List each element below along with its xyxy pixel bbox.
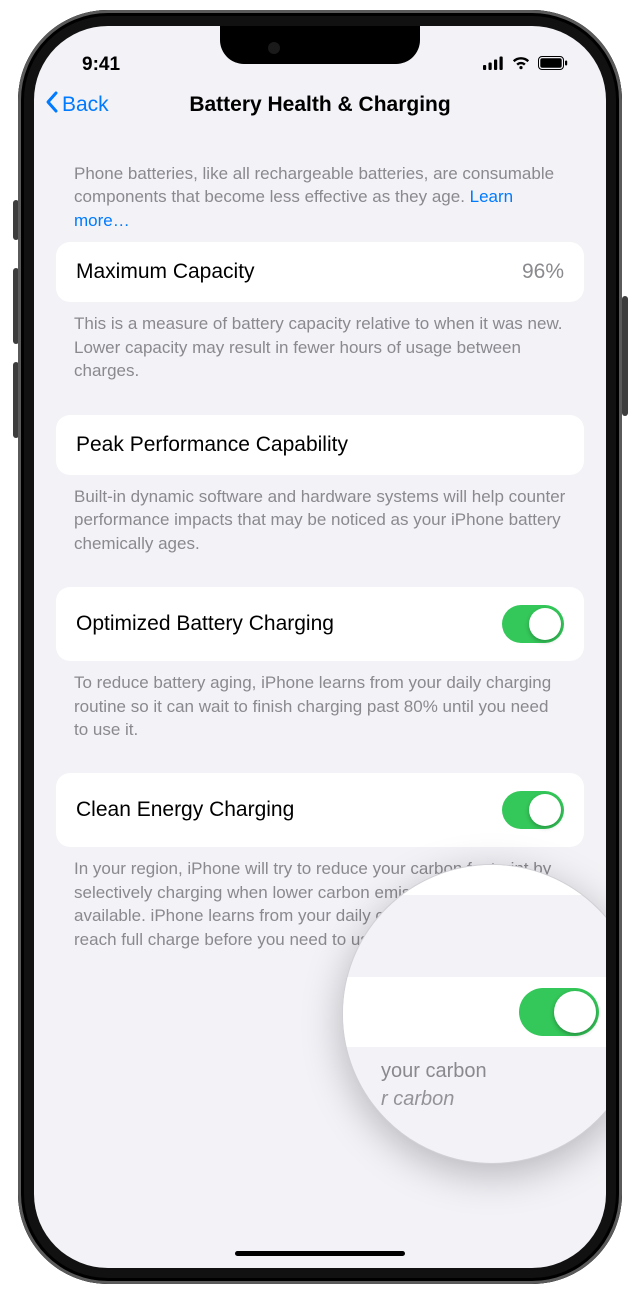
maximum-capacity-value: 96%: [522, 260, 564, 284]
clean-energy-cell: Clean Energy Charging: [56, 773, 584, 847]
magnified-clean-energy-toggle[interactable]: [519, 988, 599, 1036]
optimized-charging-footer: To reduce battery aging, iPhone learns f…: [56, 661, 584, 773]
cellular-icon: [483, 56, 504, 75]
magnifier-callout: your carbon r carbon: [342, 864, 606, 1164]
phone-frame: 9:41 Back Battery Health &: [18, 10, 622, 1284]
back-label: Back: [62, 93, 109, 117]
maximum-capacity-cell[interactable]: Maximum Capacity 96%: [56, 242, 584, 302]
clean-energy-toggle[interactable]: [502, 791, 564, 829]
toggle-knob: [529, 608, 561, 640]
chevron-left-icon: [44, 90, 60, 120]
maximum-capacity-footer: This is a measure of battery capacity re…: [56, 302, 584, 414]
peak-performance-footer: Built-in dynamic software and hardware s…: [56, 475, 584, 587]
home-indicator[interactable]: [235, 1251, 405, 1256]
wifi-icon: [511, 56, 531, 75]
back-button[interactable]: Back: [44, 90, 109, 120]
magnified-footer-text: your carbon r carbon: [381, 1057, 487, 1113]
maximum-capacity-label: Maximum Capacity: [76, 260, 255, 284]
optimized-charging-toggle[interactable]: [502, 605, 564, 643]
peak-performance-label: Peak Performance Capability: [76, 433, 348, 457]
nav-bar: Back Battery Health & Charging: [34, 86, 606, 134]
battery-icon: [538, 56, 568, 75]
page-title: Battery Health & Charging: [34, 93, 606, 117]
peak-performance-cell[interactable]: Peak Performance Capability: [56, 415, 584, 475]
optimized-charging-cell: Optimized Battery Charging: [56, 587, 584, 661]
power-button: [622, 296, 628, 416]
notch: [220, 26, 420, 64]
status-time: 9:41: [82, 54, 120, 76]
magnified-clean-energy-cell: [342, 977, 606, 1047]
toggle-knob: [554, 991, 596, 1033]
optimized-charging-label: Optimized Battery Charging: [76, 612, 334, 636]
intro-text: Phone batteries, like all rechargeable b…: [56, 162, 584, 242]
toggle-knob: [529, 794, 561, 826]
phone-screen: 9:41 Back Battery Health &: [34, 26, 606, 1268]
clean-energy-label: Clean Energy Charging: [76, 798, 294, 822]
status-indicators: [483, 56, 568, 75]
